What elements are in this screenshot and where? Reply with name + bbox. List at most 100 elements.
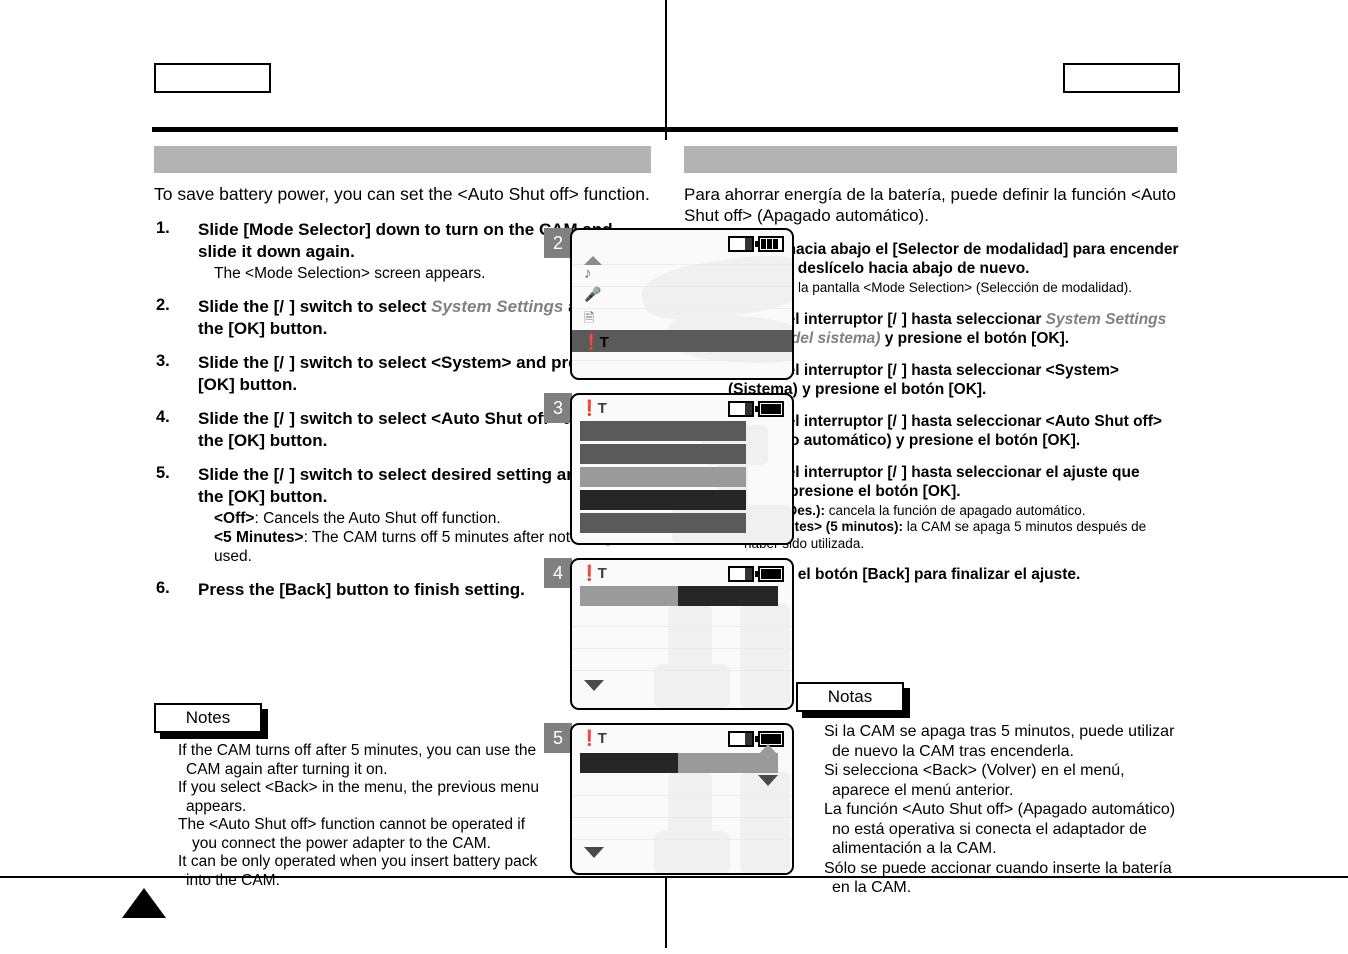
step-text-mid: ] hasta seleccionar (901, 310, 1046, 328)
vertical-divider-top (665, 0, 667, 140)
switch-glyph: / (892, 361, 902, 379)
menu-divider (572, 795, 792, 796)
step-number: 3. (156, 352, 170, 370)
option-desc-off: : Cancels the Auto Shut off function. (254, 510, 501, 527)
menu-divider (572, 360, 792, 361)
watermark-shape (740, 771, 790, 873)
horizontal-rule-top (152, 127, 1178, 132)
section-title-bar-spanish (684, 146, 1177, 173)
battery-fill (761, 404, 781, 414)
step-number: 4. (156, 408, 170, 426)
arrow-down-icon[interactable] (584, 680, 604, 691)
step-text: Deslice el interruptor [/] hasta selecci… (728, 361, 1180, 399)
memory-card-icon (728, 731, 754, 747)
lcd-status-bar (572, 230, 792, 252)
battery-fill (761, 569, 781, 579)
menu-divider (572, 817, 792, 818)
step-text-pre: Slide the [ (198, 353, 280, 372)
battery-full-icon (755, 566, 784, 582)
option-desc-off: cancela la función de apagado automático… (825, 502, 1086, 518)
menu-row-value[interactable] (678, 753, 778, 773)
switch-glyph: / (279, 409, 290, 428)
battery-fill (761, 734, 781, 744)
step-text-mid: ] switch to select (289, 465, 432, 484)
menu-divider (572, 670, 792, 671)
document-icon[interactable]: 🗎 (584, 309, 594, 331)
step-text-mid: ] hasta seleccionar (901, 412, 1046, 430)
arrow-down-icon[interactable] (584, 847, 604, 858)
lcd-step-tag: 5 (544, 723, 572, 753)
battery-full-icon (755, 401, 784, 417)
step-subtext: <5 Minutes> (5 minutos): la CAM se apaga… (728, 519, 1180, 552)
notes-tab-english: Notes (154, 703, 268, 739)
step-text-mid: ] hasta seleccionar (901, 361, 1046, 379)
memory-card-icon (728, 236, 754, 252)
watermark-shape (654, 831, 730, 873)
step-text-pre: Slide the [ (198, 297, 280, 316)
spanish-intro: Para ahorrar energía de la batería, pued… (684, 185, 1176, 225)
switch-glyph: / (279, 465, 290, 484)
manual-page: To save battery power, you can set the <… (0, 0, 1348, 954)
lcd-content: ♪ 🎤 🗎 ❗T (572, 230, 792, 378)
note-item: Sólo se puede accionar cuando inserte la… (824, 859, 1172, 897)
memory-card-icon (728, 401, 754, 417)
menu-row-label[interactable] (580, 586, 678, 606)
microphone-icon[interactable]: 🎤 (584, 286, 601, 303)
note-item: Si la CAM se apaga tras 5 minutos, puede… (824, 723, 1175, 760)
note-item: Si selecciona <Back> (Volver) en el menú… (824, 762, 1125, 799)
page-marker-triangle (122, 888, 166, 918)
lcd-content: ❗T (572, 560, 792, 708)
step-text: Deslice el interruptor [/] hasta selecci… (728, 412, 1180, 450)
lcd-step-tag: 2 (544, 228, 572, 258)
lcd-content: ❗T (572, 725, 792, 873)
menu-row[interactable] (580, 421, 746, 441)
step-text-pre: Slide the [ (198, 465, 280, 484)
step-text-mid: ] switch to select (289, 297, 432, 316)
arrow-up-icon[interactable] (584, 256, 602, 265)
lcd-status-bar: ❗T (572, 560, 792, 582)
step-subtext: <Off> (Des.): cancela la función de apag… (728, 503, 1180, 520)
arrow-up-icon[interactable] (758, 744, 778, 755)
step-text: Deslice hacia abajo el [Selector de moda… (728, 241, 1179, 277)
note-item: La función <Auto Shut off> (Apagado auto… (824, 801, 1176, 857)
menu-row[interactable] (580, 467, 746, 487)
menu-divider (572, 839, 792, 840)
lcd-content: ❗T (572, 395, 792, 543)
menu-row-value[interactable] (678, 586, 778, 606)
notes-tab-label: Notes (154, 703, 262, 733)
step-number: 1. (156, 219, 170, 237)
option-label-5min: <5 Minutes> (214, 529, 304, 546)
lcd-frame: ♪ 🎤 🗎 ❗T (570, 228, 794, 380)
menu-row-label[interactable] (580, 753, 678, 773)
switch-glyph: / (279, 297, 290, 316)
tools-icon: ❗T (580, 565, 607, 582)
menu-divider (572, 648, 792, 649)
tools-icon[interactable]: ❗T (582, 333, 609, 351)
step-number: 5. (156, 464, 170, 482)
battery-segment (761, 239, 766, 249)
step-number: 2. (156, 296, 170, 314)
step-text-mid: ] hasta seleccionar (901, 463, 1046, 481)
option-label-off: <Off> (214, 510, 255, 527)
notes-body-spanish: Si la CAM se apaga tras 5 minutos, puede… (824, 722, 1184, 898)
lcd-screen-5: 5 ❗T (544, 723, 794, 875)
step-text: Deslice el interruptor [/] hasta selecci… (728, 310, 1180, 348)
note-item: The <Auto Shut off> function cannot be o… (178, 816, 525, 852)
section-title-bar-english (154, 146, 651, 173)
lcd-frame: ❗T (570, 393, 794, 545)
watermark-shape (740, 604, 790, 708)
lcd-screen-4: 4 ❗T (544, 558, 794, 710)
menu-row[interactable] (580, 513, 746, 533)
switch-glyph: / (279, 353, 290, 372)
lcd-status-bar: ❗T (572, 395, 792, 417)
switch-glyph: / (892, 310, 902, 328)
music-note-icon[interactable]: ♪ (584, 265, 592, 282)
arrow-down-icon[interactable] (758, 775, 778, 786)
step-text-post: y presione el botón [OK]. (880, 329, 1070, 347)
battery-full-icon (755, 236, 784, 252)
step-text: Deslice el interruptor [/] hasta selecci… (728, 463, 1180, 501)
switch-glyph: / (892, 412, 902, 430)
menu-divider (572, 264, 792, 265)
menu-row[interactable] (580, 444, 746, 464)
menu-row-selected[interactable] (580, 490, 746, 510)
